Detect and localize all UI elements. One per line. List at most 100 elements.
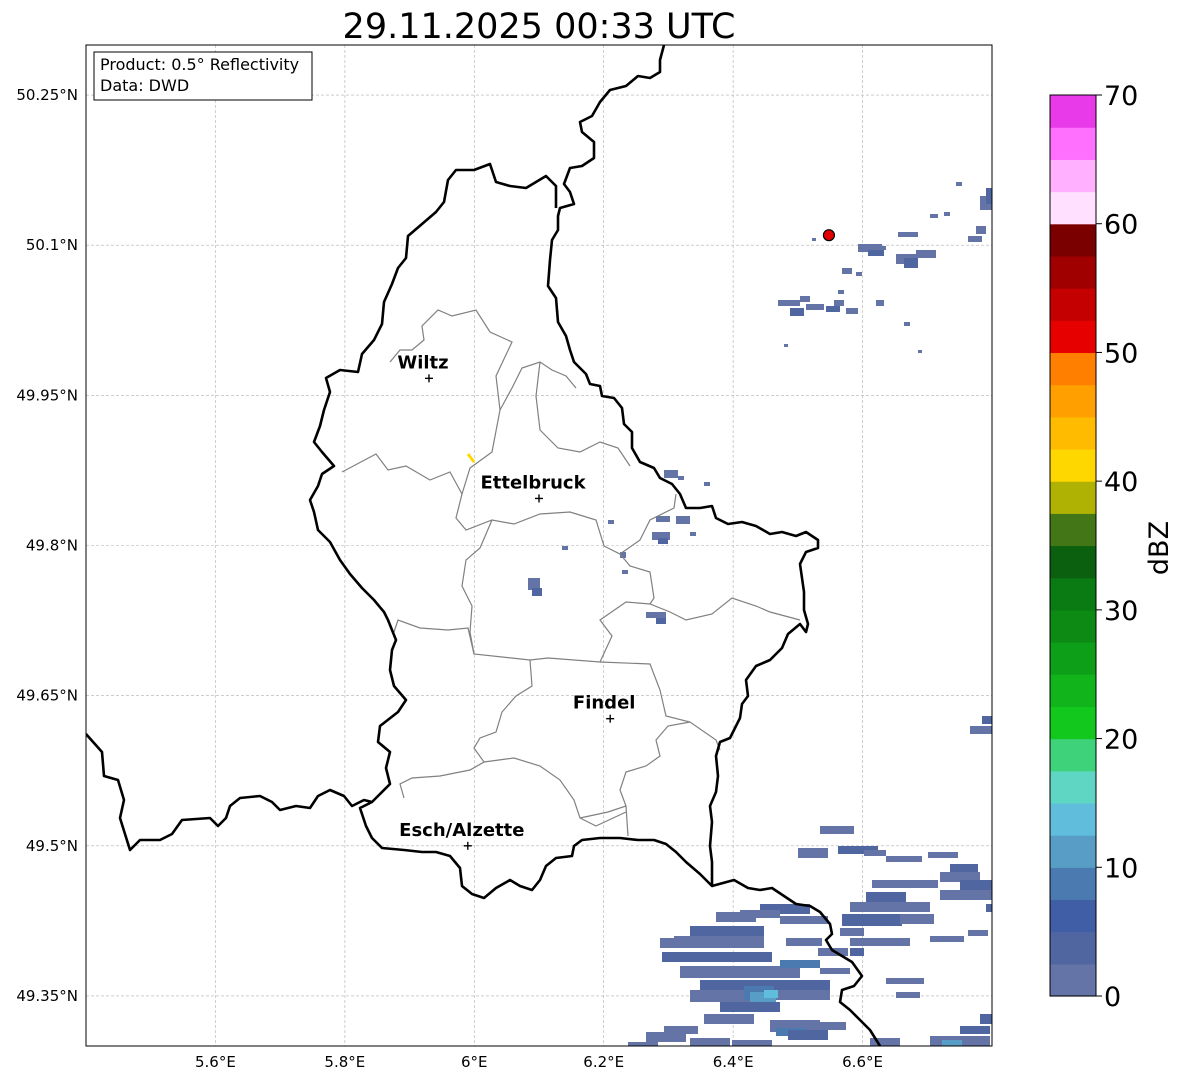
radar-echo xyxy=(986,904,992,912)
chart-title: 29.11.2025 00:33 UTC xyxy=(343,7,736,47)
radar-echo xyxy=(660,938,690,948)
radar-echo xyxy=(790,308,804,316)
radar-echo xyxy=(880,246,886,250)
y-tick-label: 49.95°N xyxy=(16,386,78,404)
radar-echo xyxy=(646,612,666,618)
radar-echo xyxy=(986,188,992,204)
radar-echo xyxy=(968,236,982,242)
radar-echo xyxy=(846,308,858,314)
colorbar-segment xyxy=(1050,416,1096,450)
y-tick-label: 49.8°N xyxy=(26,537,78,555)
radar-echo xyxy=(864,850,886,856)
x-tick-label: 5.6°E xyxy=(195,1053,236,1071)
colorbar-segment xyxy=(1050,867,1096,901)
radar-echo xyxy=(872,880,938,888)
radar-site-marker xyxy=(822,229,836,242)
radar-echo xyxy=(826,306,840,312)
radar-echo xyxy=(916,250,936,258)
radar-echo xyxy=(842,268,852,274)
radar-echo xyxy=(676,516,690,524)
radar-echo xyxy=(664,1026,698,1034)
radar-echo xyxy=(956,182,962,186)
radar-echo xyxy=(968,930,988,936)
colorbar-segment xyxy=(1050,609,1096,643)
radar-echo xyxy=(800,296,810,302)
colorbar-segment xyxy=(1050,577,1096,611)
radar-echo xyxy=(704,482,710,486)
radar-echo xyxy=(784,344,788,347)
colorbar-tick-label: 70 xyxy=(1104,81,1138,112)
y-tick-label: 50.25°N xyxy=(16,86,78,104)
radar-echo xyxy=(690,1038,730,1046)
radar-echo xyxy=(780,960,820,968)
radar-echo xyxy=(716,912,756,922)
radar-echo xyxy=(778,300,800,306)
radar-echo xyxy=(980,1014,992,1024)
radar-echo xyxy=(806,304,824,310)
radar-echo xyxy=(930,214,938,218)
radar-echo xyxy=(840,928,864,936)
radar-echo xyxy=(868,250,884,256)
colorbar-segment xyxy=(1050,738,1096,772)
radar-echo xyxy=(856,272,862,276)
colorbar-segment xyxy=(1050,545,1096,579)
colorbar-tick-label: 20 xyxy=(1104,725,1138,756)
city-label: Wiltz xyxy=(397,352,448,373)
radar-echo xyxy=(720,1002,780,1012)
y-tick-label: 49.65°N xyxy=(16,687,78,705)
radar-echo xyxy=(838,290,844,294)
radar-echo xyxy=(834,300,844,306)
x-tick-label: 6.6°E xyxy=(842,1053,883,1071)
radar-echo xyxy=(982,716,992,724)
radar-echo xyxy=(622,570,628,574)
radar-echo xyxy=(664,470,678,478)
colorbar-segment xyxy=(1050,352,1096,386)
info-product: Product: 0.5° Reflectivity xyxy=(100,55,299,74)
radar-echo xyxy=(628,1042,658,1046)
radar-echo xyxy=(942,1040,962,1046)
colorbar-segment xyxy=(1050,95,1096,128)
radar-echo xyxy=(960,1026,990,1034)
colorbar-segment xyxy=(1050,288,1096,321)
y-tick-label: 50.1°N xyxy=(26,236,78,254)
radar-echo xyxy=(798,848,828,858)
radar-echo xyxy=(786,938,822,946)
radar-echo xyxy=(850,902,930,912)
colorbar-segment xyxy=(1050,835,1096,868)
radar-echo xyxy=(904,322,910,326)
colorbar-segment xyxy=(1050,127,1096,160)
radar-echo xyxy=(732,1040,772,1046)
info-source: Data: DWD xyxy=(100,76,189,95)
radar-echo xyxy=(876,300,884,306)
colorbar-tick-label: 50 xyxy=(1104,338,1138,369)
colorbar-segment xyxy=(1050,448,1096,482)
colorbar-tick-label: 10 xyxy=(1104,853,1138,884)
x-tick-label: 5.8°E xyxy=(324,1053,365,1071)
colorbar-segment xyxy=(1050,513,1096,547)
radar-echo xyxy=(658,538,668,544)
radar-echo xyxy=(842,914,902,926)
colorbar-segment xyxy=(1050,931,1096,965)
radar-echo xyxy=(918,350,922,353)
radar-echo xyxy=(562,546,568,550)
radar-echo xyxy=(930,936,964,942)
colorbar-tick-label: 30 xyxy=(1104,596,1138,627)
radar-echo xyxy=(532,588,542,596)
x-tick-label: 6°E xyxy=(461,1053,488,1071)
radar-echo xyxy=(608,520,614,524)
radar-echo xyxy=(940,890,992,900)
colorbar-segment xyxy=(1050,899,1096,933)
radar-figure: 29.11.2025 00:33 UTC Wiltz Ettelbruck Find… xyxy=(16,7,1175,1071)
radar-echo xyxy=(904,258,918,268)
colorbar-segment xyxy=(1050,642,1096,675)
city-label: Ettelbruck xyxy=(480,472,586,493)
radar-echo xyxy=(896,992,920,998)
colorbar-segment xyxy=(1050,191,1096,225)
city-label: Esch/Alzette xyxy=(399,820,524,841)
colorbar-segment xyxy=(1050,320,1096,354)
radar-echo xyxy=(764,990,778,998)
radar-echo xyxy=(690,990,750,1002)
radar-echo xyxy=(662,952,772,962)
x-tick-label: 6.4°E xyxy=(713,1053,754,1071)
colorbar-segment xyxy=(1050,674,1096,707)
